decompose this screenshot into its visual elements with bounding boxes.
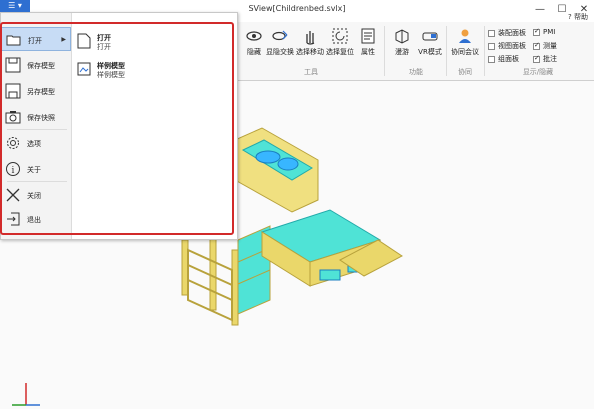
divider [384,26,385,76]
properties-label: 属性 [361,48,375,56]
walkthrough-icon [395,29,409,44]
eye-icon [246,31,262,41]
display-group-label: 显示/隐藏 [522,68,554,76]
view-panel-checkbox[interactable]: 视图面板 [488,41,526,51]
file-menu-icon: ☰ ▾ [8,1,22,10]
meeting-button[interactable]: 协同会议 [450,27,480,57]
properties-icon [361,28,375,44]
swap-visibility-button[interactable]: 显隐交换 [266,27,294,57]
reset-icon [332,28,348,44]
checkbox-box[interactable] [533,54,540,63]
assembly-panel-label: 装配面板 [498,29,526,37]
file-menu-button[interactable]: ☰ ▾ [0,0,30,12]
properties-button[interactable]: 属性 [354,27,382,57]
meeting-icon [459,29,471,43]
select-reset-label: 选择复位 [326,48,354,56]
group-panel-checkbox[interactable]: 组面板 [488,54,519,64]
measure-label: 测量 [543,42,557,50]
checkbox-box[interactable] [488,55,495,63]
pmi-checkbox[interactable]: PMI [533,27,556,36]
help-icon: ? [568,13,572,21]
assembly-panel-checkbox[interactable]: 装配面板 [488,28,526,38]
select-reset-button[interactable]: 选择复位 [326,27,354,57]
select-move-label: 选择移动 [296,48,324,56]
highlight-outline [0,22,234,235]
swap-visibility-label: 显隐交换 [266,48,294,56]
measure-checkbox[interactable]: 测量 [533,41,557,51]
group-panel-label: 组面板 [498,55,519,63]
checkbox-box[interactable] [533,41,540,50]
divider [446,26,447,76]
meeting-label: 协同会议 [451,48,479,56]
hand-move-icon [306,31,315,45]
annotation-checkbox[interactable]: 批注 [533,54,557,64]
pmi-label: PMI [543,28,556,36]
vr-mode-button[interactable]: VR模式 [416,27,444,57]
walkthrough-label: 漫游 [395,48,409,56]
minimize-button[interactable]: — [530,2,550,18]
divider [484,26,485,76]
select-move-button[interactable]: 选择移动 [296,27,324,57]
function-group-label: 功能 [409,68,423,76]
checkbox-box[interactable] [488,29,495,37]
view-panel-label: 视图面板 [498,42,526,50]
axis-triad [12,383,40,406]
vr-goggles-icon [422,32,438,41]
checkbox-box[interactable] [533,27,540,36]
tools-group-label: 工具 [304,68,318,76]
vr-mode-label: VR模式 [418,48,442,56]
help-button[interactable]: ? 帮助 [568,12,588,22]
checkbox-box[interactable] [488,42,495,50]
annotation-label: 批注 [543,55,557,63]
help-label: 帮助 [574,13,588,21]
hide-label: 隐藏 [247,48,261,56]
swap-visibility-icon [272,30,288,41]
walkthrough-button[interactable]: 漫游 [388,27,416,57]
collab-group-label: 协同 [458,68,472,76]
hide-button[interactable]: 隐藏 [240,27,268,57]
